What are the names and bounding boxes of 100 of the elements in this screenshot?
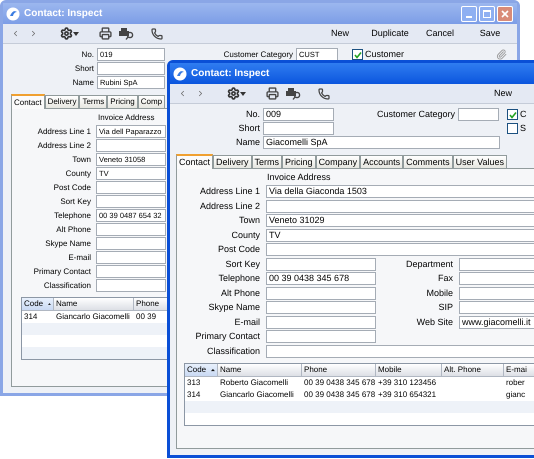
field-label: Fax: [436, 272, 454, 285]
tab[interactable]: Contact: [11, 94, 45, 109]
text-field[interactable]: Veneto 31029: [266, 214, 534, 228]
phone-icon[interactable]: [151, 28, 163, 40]
text-field[interactable]: [96, 181, 166, 194]
text-field[interactable]: [96, 195, 166, 208]
text-field[interactable]: [263, 122, 334, 135]
column-header[interactable]: Code: [185, 364, 218, 377]
field-label: No.: [80, 48, 95, 60]
text-field[interactable]: [266, 200, 534, 213]
column-header[interactable]: Phone: [302, 364, 376, 377]
forward-icon[interactable]: [29, 29, 38, 38]
text-field[interactable]: [96, 223, 166, 236]
text-field[interactable]: [266, 301, 376, 314]
table-cell-text: 314: [23, 311, 38, 323]
checkbox[interactable]: [507, 123, 518, 134]
settings-icon[interactable]: [227, 87, 246, 100]
tab[interactable]: Accounts: [360, 155, 404, 168]
window-title: Contact: Inspect: [191, 67, 270, 81]
tab[interactable]: Pricing: [282, 155, 316, 168]
text-field[interactable]: [266, 330, 376, 344]
tab[interactable]: Comp: [138, 95, 166, 108]
text-field[interactable]: www.giacomelli.it: [459, 316, 534, 329]
printer-icon[interactable]: [99, 27, 112, 40]
back-icon[interactable]: [178, 89, 187, 98]
text-field[interactable]: [96, 265, 166, 278]
tab[interactable]: Terms: [79, 95, 108, 108]
text-field[interactable]: Via della Giaconda 1503: [266, 185, 534, 198]
column-header[interactable]: Alt. Phone: [442, 364, 504, 377]
toolbar-button[interactable]: Cancel: [415, 26, 465, 40]
field-label: Name: [72, 76, 95, 88]
tab[interactable]: Company: [316, 155, 360, 168]
field-label: Sort Key: [59, 196, 92, 208]
table-cell-text: Giancarlo Giacomelli: [55, 311, 131, 323]
sort-ascending-icon: [211, 368, 215, 372]
toolbar-button[interactable]: New: [478, 86, 528, 100]
table-cell-text: +39 310 123456: [377, 377, 438, 389]
field-label: Alt Phone: [220, 286, 261, 300]
print-preview-icon[interactable]: [285, 87, 302, 100]
back-icon[interactable]: [11, 29, 20, 38]
section-title: Invoice Address: [98, 112, 154, 124]
table-cell-text: 314: [186, 389, 202, 401]
text-field[interactable]: [266, 316, 376, 329]
text-field[interactable]: 00 39 0438 345 678: [266, 272, 376, 286]
text-field[interactable]: [96, 279, 166, 292]
table-cell-text: 00 39 0438 345 678: [303, 377, 376, 389]
tab[interactable]: Contact: [176, 154, 214, 169]
tab[interactable]: Delivery: [44, 95, 80, 108]
checkbox[interactable]: [507, 109, 518, 120]
text-field[interactable]: Giacomelli SpA: [263, 136, 500, 149]
forward-icon[interactable]: [196, 89, 205, 98]
text-field[interactable]: [96, 139, 166, 152]
section-title: Invoice Address: [267, 171, 331, 184]
sort-ascending-icon: [48, 302, 51, 306]
settings-icon[interactable]: [60, 27, 79, 40]
text-field[interactable]: TV: [266, 228, 534, 242]
text-field[interactable]: 009: [263, 108, 334, 121]
toolbar-button[interactable]: Duplicate: [365, 26, 415, 40]
field-label: County: [64, 168, 92, 180]
attachment-icon[interactable]: [496, 49, 507, 60]
column-header[interactable]: Code: [22, 298, 54, 311]
text-field[interactable]: [266, 344, 534, 358]
maximize-button[interactable]: [479, 6, 495, 22]
column-header[interactable]: Mobile: [376, 364, 442, 377]
close-button[interactable]: [497, 6, 513, 22]
field-label: Department: [404, 258, 454, 271]
tab[interactable]: Delivery: [213, 155, 252, 168]
print-preview-icon[interactable]: [118, 27, 135, 40]
field-label: Sort Key: [224, 258, 261, 271]
text-field[interactable]: [96, 237, 166, 250]
field-label: Alt Phone: [55, 224, 92, 236]
toolbar-button[interactable]: Save: [465, 26, 515, 40]
tab[interactable]: Pricing: [107, 95, 138, 108]
table-cell-text: 00 39: [135, 311, 158, 323]
column-header[interactable]: E-mai: [504, 364, 534, 377]
printer-icon[interactable]: [266, 87, 279, 100]
minimize-icon: [466, 16, 472, 18]
text-field[interactable]: [266, 243, 534, 256]
field-label: Primary Contact: [194, 330, 261, 343]
tab[interactable]: User Values: [452, 155, 507, 168]
column-header[interactable]: Phone: [134, 298, 170, 311]
phone-icon[interactable]: [318, 88, 330, 100]
column-header[interactable]: Name: [54, 298, 134, 311]
column-header[interactable]: Name: [218, 364, 302, 377]
checkmark-icon: [508, 110, 516, 118]
text-field[interactable]: [266, 258, 376, 271]
text-field[interactable]: [96, 251, 166, 264]
toolbar-button[interactable]: New: [315, 26, 365, 40]
tab[interactable]: Terms: [252, 155, 282, 168]
tab[interactable]: Comments: [403, 155, 453, 168]
text-field[interactable]: [97, 62, 165, 75]
field-label: Post Code: [216, 243, 261, 256]
field-label: Town: [71, 154, 92, 166]
field-label: Town: [238, 214, 261, 227]
checkbox[interactable]: [352, 49, 363, 60]
text-field[interactable]: [266, 286, 376, 300]
table-cell-text: Giancarlo Giacomelli: [219, 389, 295, 401]
maximize-icon: [483, 10, 491, 18]
minimize-button[interactable]: [461, 6, 477, 22]
text-field[interactable]: [458, 108, 499, 121]
